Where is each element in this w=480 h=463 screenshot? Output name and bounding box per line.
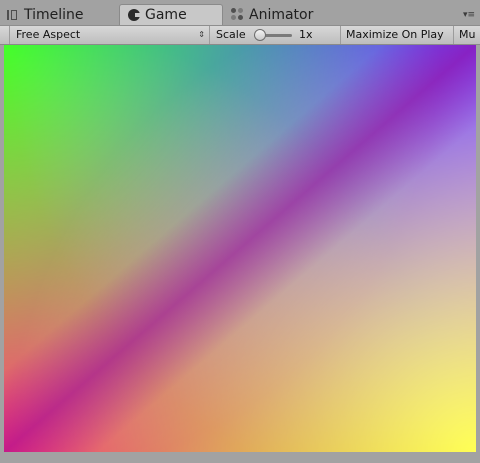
- dropdown-arrows-icon: ⇕: [198, 30, 205, 39]
- game-viewport[interactable]: [4, 45, 476, 452]
- aspect-dropdown[interactable]: Free Aspect ⇕: [9, 26, 210, 44]
- mute-audio-label: Mu: [459, 28, 476, 41]
- animator-icon: [231, 8, 244, 21]
- tab-game-label: Game: [145, 7, 187, 23]
- tab-animator-label: Animator: [249, 6, 314, 23]
- timeline-icon: [7, 9, 19, 21]
- tab-menu-icon[interactable]: ▾≡: [461, 9, 475, 21]
- scale-value: 1x: [299, 28, 313, 41]
- game-icon: [128, 9, 141, 21]
- viewport-diagonal-band: [4, 45, 476, 452]
- scale-control: Scale 1x: [210, 26, 341, 44]
- mute-audio-toggle[interactable]: Mu: [454, 26, 480, 44]
- scale-label: Scale: [216, 28, 246, 41]
- tab-animator[interactable]: Animator: [231, 4, 351, 25]
- game-toolbar: Free Aspect ⇕ Scale 1x Maximize On Play …: [0, 25, 480, 45]
- tab-timeline-label: Timeline: [24, 6, 84, 23]
- tab-strip: Timeline Game Animator ▾≡: [0, 0, 480, 25]
- maximize-on-play-toggle[interactable]: Maximize On Play: [341, 26, 454, 44]
- tab-timeline[interactable]: Timeline: [7, 4, 115, 25]
- maximize-on-play-label: Maximize On Play: [346, 28, 444, 41]
- scale-slider-thumb[interactable]: [254, 29, 266, 41]
- aspect-label: Free Aspect: [16, 28, 81, 41]
- tab-game[interactable]: Game: [119, 4, 223, 25]
